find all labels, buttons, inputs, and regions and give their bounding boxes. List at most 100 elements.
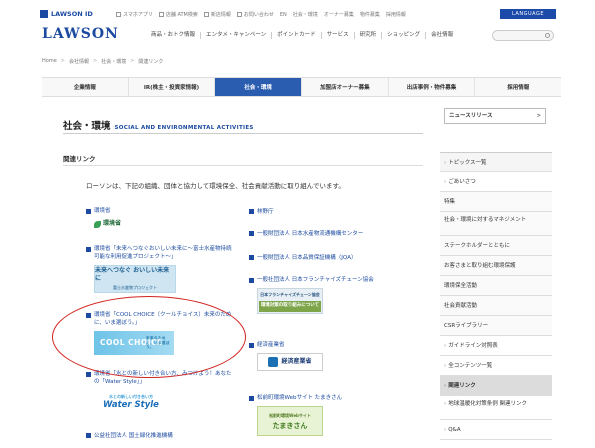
- breadcrumb-current: 関連リンク: [138, 59, 164, 65]
- chevron-right-icon: ›: [444, 363, 447, 369]
- tab-recruit[interactable]: 採用情報: [475, 78, 561, 96]
- section-title-jp: 社会・環境: [63, 121, 111, 132]
- util-link-atm[interactable]: 店舗 ATM検索: [158, 11, 198, 18]
- util-link-property[interactable]: 物件募集: [360, 11, 380, 18]
- breadcrumb-home[interactable]: Home: [42, 58, 57, 65]
- tamaki-banner[interactable]: 松前町環境Webサイト たまきさん: [257, 406, 323, 436]
- link-item-jqa[interactable]: 一般財団法人 日本品質保証機構（JQA）: [249, 253, 356, 261]
- sidebar-item-customer-env[interactable]: お客さまと取り組む環境保護: [440, 256, 552, 276]
- link-bullet-icon: [86, 371, 91, 377]
- page-heading: 関連リンク: [63, 155, 96, 163]
- chevron-right-icon: ›: [444, 427, 447, 433]
- sidebar-item-feature[interactable]: 特集: [440, 192, 552, 212]
- sidebar-item-qa[interactable]: › Q&A: [440, 420, 552, 440]
- link-item-fish-project[interactable]: 環境省「未来へつなぐおいしい未来に〜富士水産物持続可能な利用促進プロジェクト〜」…: [86, 245, 236, 293]
- tab-owner[interactable]: 加盟店オーナー募集: [302, 78, 389, 96]
- pin-icon: [158, 12, 164, 17]
- chevron-right-icon: ›: [444, 401, 447, 407]
- sidebar-item-csr-library[interactable]: CSRライブラリー: [440, 316, 552, 336]
- link-item-moe[interactable]: 環境省 環境省: [86, 207, 236, 229]
- divider: [63, 165, 423, 166]
- meti-banner[interactable]: 経済産業省: [257, 353, 323, 371]
- gnav-item-shopping[interactable]: ショッピング: [382, 32, 427, 39]
- utility-bar: LAWSON ID スマホアプリ 店舗 ATM検索 新店情報 お問い合わせ EN…: [0, 0, 595, 22]
- link-item-meti[interactable]: 経済産業省 経済産業省: [249, 341, 399, 371]
- gnav-item-products[interactable]: 商品・おトク情報: [146, 32, 202, 39]
- category-tabs: 企業情報 IR(株主・投資家情報) 社会・環境 加盟店オーナー募集 出店事例・物…: [42, 77, 561, 97]
- sidebar-item-env-activities[interactable]: 環境保全活動: [440, 276, 552, 296]
- link-bullet-icon: [86, 246, 91, 252]
- util-link-csr[interactable]: 社会・環境: [293, 11, 318, 18]
- sidebar-item-all-contents[interactable]: › 全コンテンツ一覧: [440, 356, 552, 376]
- link-bullet-icon: [249, 342, 254, 348]
- main-header: LAWSON 商品・おトク情報 エンタメ・キャンペーン ポイントカード サービス…: [0, 22, 595, 50]
- breadcrumb-company[interactable]: 会社情報: [69, 58, 89, 65]
- lawson-id-link[interactable]: LAWSON ID: [40, 9, 93, 19]
- link-bullet-icon: [249, 254, 254, 260]
- sidebar-item-guideline[interactable]: › ガイドライン対照表: [440, 336, 552, 356]
- lawson-id-icon: [40, 10, 48, 18]
- util-link-recruit[interactable]: 採用情報: [386, 11, 406, 18]
- chevron-right-icon: ›: [444, 343, 447, 349]
- link-item-fish-center[interactable]: 一般財団法人 日本水産物流通機構センター: [249, 229, 363, 237]
- gnav-item-service[interactable]: サービス: [322, 32, 355, 39]
- water-style-banner[interactable]: 水との新しい付き合い方 Water Style: [94, 390, 168, 412]
- mail-icon: [236, 12, 242, 17]
- breadcrumb-separator: >: [92, 58, 98, 64]
- intro-text: ローソンは、下記の組織、団体と協力して環境保全、社会貢献活動に取り組んでいます。: [86, 182, 345, 190]
- chevron-right-icon: ›: [444, 383, 447, 389]
- language-button[interactable]: LANGUAGE: [500, 9, 556, 19]
- link-bullet-icon: [249, 395, 254, 401]
- sidebar-item-related-links[interactable]: › 関連リンク: [440, 376, 552, 396]
- sidebar-item-greeting[interactable]: › ごあいさつ: [440, 172, 552, 192]
- link-bullet-icon: [249, 277, 254, 283]
- util-link-contact[interactable]: お問い合わせ: [236, 11, 274, 18]
- moe-banner[interactable]: 環境省: [94, 219, 130, 229]
- section-title: 社会・環境 SOCIAL AND ENVIRONMENTAL ACTIVITIE…: [63, 118, 254, 132]
- store-icon: [203, 12, 209, 17]
- util-link-en[interactable]: EN: [280, 11, 287, 18]
- search-icon[interactable]: [545, 33, 550, 38]
- news-release-select[interactable]: ニュースリリース >: [444, 108, 546, 124]
- phone-icon: [116, 12, 121, 17]
- lawson-logo[interactable]: LAWSON: [42, 26, 119, 42]
- fish-project-banner[interactable]: 未来へつなぐ おいしい未来に 富士水産物プロジェクト: [94, 265, 176, 293]
- link-item-tamaki[interactable]: 松前町環境Webサイト たまきさん 松前町環境Webサイト たまきさん: [249, 394, 409, 436]
- gnav-item-company[interactable]: 会社情報: [426, 32, 458, 39]
- sidebar-item-management[interactable]: 社会・環境に対するマネジメント: [440, 212, 552, 236]
- util-link-owner[interactable]: オーナー募集: [324, 11, 354, 18]
- tab-ir[interactable]: IR(株主・投資家情報): [129, 78, 216, 96]
- util-link-newstores[interactable]: 新店情報: [203, 11, 231, 18]
- leaf-icon: [94, 220, 101, 228]
- breadcrumb: Home > 会社情報 > 社会・環境 > 関連リンク: [42, 58, 163, 65]
- link-item-jfa[interactable]: 一般社団法人 日本フランチャイズチェーン協会 日本フランチャイズチェーン協会 環境…: [249, 276, 419, 314]
- search-input[interactable]: [492, 30, 554, 41]
- sidebar-item-topics[interactable]: › トピックス一覧: [440, 152, 552, 172]
- tab-csr[interactable]: 社会・環境: [215, 78, 303, 96]
- link-bullet-icon: [249, 208, 254, 214]
- utility-links: スマホアプリ 店舗 ATM検索 新店情報 お問い合わせ EN 社会・環境 オーナ…: [116, 11, 406, 18]
- sidebar: › トピックス一覧 › ごあいさつ 特集 社会・環境に対するマネジメント ステークホ…: [440, 152, 552, 440]
- sidebar-item-warming-ordinance[interactable]: › 地球温暖化対策条例 関連リンク: [440, 396, 552, 420]
- sidebar-item-stakeholders[interactable]: ステークホルダーとともに: [440, 236, 552, 256]
- chevron-right-icon: ›: [444, 160, 447, 166]
- highlight-circle: [52, 296, 246, 378]
- section-title-en: SOCIAL AND ENVIRONMENTAL ACTIVITIES: [114, 125, 254, 131]
- breadcrumb-separator: >: [60, 58, 65, 64]
- breadcrumb-csr[interactable]: 社会・環境: [101, 58, 126, 65]
- chevron-right-icon: >: [536, 113, 541, 119]
- link-item-forestry[interactable]: 林野庁: [249, 207, 274, 215]
- tab-corporate[interactable]: 企業情報: [42, 78, 129, 96]
- sidebar-item-social-activities[interactable]: 社会貢献活動: [440, 296, 552, 316]
- gnav-item-campaign[interactable]: エンタメ・キャンペーン: [201, 32, 273, 39]
- link-bullet-icon: [249, 230, 254, 236]
- chevron-right-icon: ›: [444, 179, 447, 185]
- jfa-banner[interactable]: 日本フランチャイズチェーン協会 環境対策の取り組みについて: [257, 288, 323, 314]
- link-item-greening[interactable]: 公益社団法人 国土緑化推進機構: [86, 431, 173, 439]
- tab-property[interactable]: 出店事例・物件募集: [389, 78, 476, 96]
- link-bullet-icon: [86, 208, 91, 214]
- gnav-item-lab[interactable]: 研究所: [355, 32, 383, 39]
- gnav-item-pointcard[interactable]: ポイントカード: [272, 32, 322, 39]
- util-link-app[interactable]: スマホアプリ: [116, 11, 153, 18]
- link-bullet-icon: [86, 432, 91, 438]
